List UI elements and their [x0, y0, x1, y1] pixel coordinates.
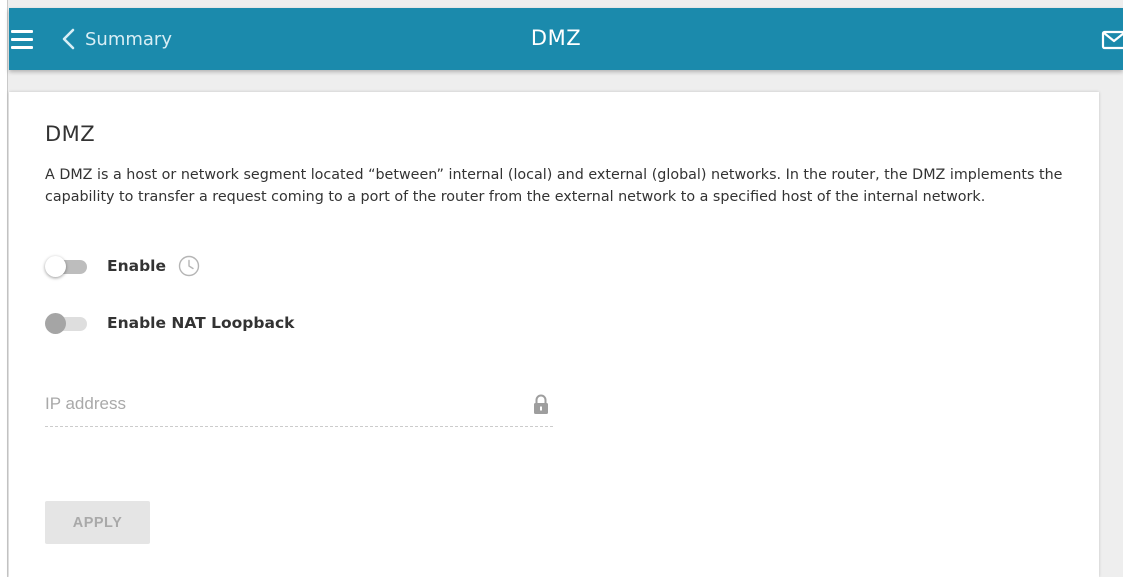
toggle-knob	[45, 256, 66, 277]
mail-icon[interactable]	[1101, 30, 1123, 50]
dmz-card: DMZ A DMZ is a host or network segment l…	[9, 92, 1099, 577]
apply-button[interactable]: APPLY	[45, 501, 150, 544]
ip-address-field	[45, 390, 553, 427]
section-description: A DMZ is a host or network segment locat…	[45, 167, 1063, 205]
enable-toggle[interactable]	[45, 251, 89, 281]
clock-icon[interactable]	[178, 255, 200, 277]
toggle-knob	[45, 313, 66, 334]
section-title: DMZ	[45, 122, 96, 146]
page-title: DMZ	[530, 26, 582, 50]
enable-row: Enable	[45, 251, 200, 281]
ip-address-input[interactable]	[45, 390, 515, 418]
top-bar: Summary DMZ	[9, 8, 1123, 70]
nat-loopback-toggle[interactable]	[45, 308, 89, 338]
nat-loopback-row: Enable NAT Loopback	[45, 308, 294, 338]
nat-loopback-label: Enable NAT Loopback	[107, 314, 295, 332]
lock-icon	[534, 394, 548, 414]
enable-label: Enable	[107, 257, 167, 275]
left-edge	[0, 0, 8, 577]
app-window: Summary DMZ DMZ A DMZ is a host or netwo…	[0, 0, 1123, 577]
